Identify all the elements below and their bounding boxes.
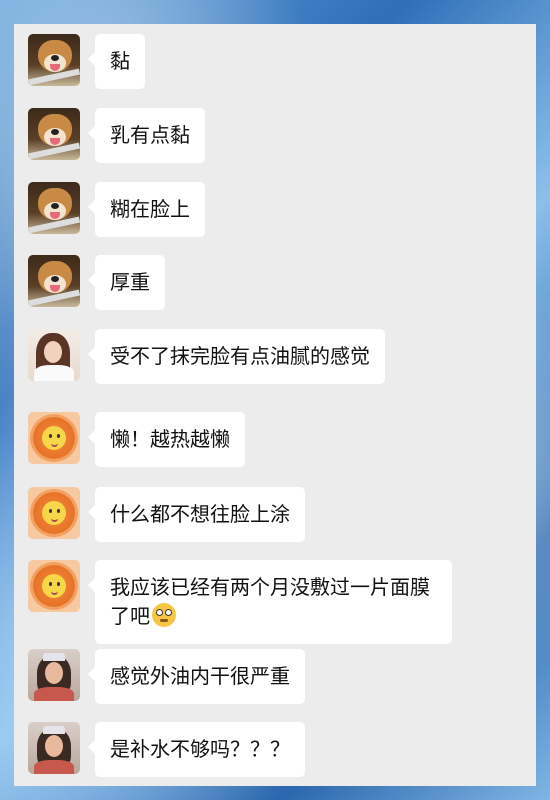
girl-avatar[interactable] <box>28 329 80 381</box>
lion-avatar[interactable] <box>28 487 80 539</box>
dog-avatar[interactable] <box>28 182 80 234</box>
message-row: 受不了抹完脸有点油腻的感觉 <box>28 329 385 384</box>
dog-avatar[interactable] <box>28 34 80 86</box>
message-bubble[interactable]: 什么都不想往脸上涂 <box>88 487 305 542</box>
crown-girl-avatar[interactable] <box>28 722 80 774</box>
message-row: 我应该已经有两个月没敷过一片面膜了吧 <box>28 560 452 644</box>
chat-panel: 黏 乳有点黏 糊在脸上 厚重 受不了抹完脸有点油腻的感觉 懒！越热越懒 什么都不… <box>14 24 536 786</box>
message-bubble[interactable]: 感觉外油内干很严重 <box>88 649 305 704</box>
message-bubble[interactable]: 是补水不够吗？？？ <box>88 722 305 777</box>
message-row: 懒！越热越懒 <box>28 412 245 467</box>
dog-avatar[interactable] <box>28 255 80 307</box>
message-row: 糊在脸上 <box>28 182 205 237</box>
message-row: 什么都不想往脸上涂 <box>28 487 305 542</box>
message-row: 感觉外油内干很严重 <box>28 649 305 704</box>
message-row: 厚重 <box>28 255 165 310</box>
message-bubble[interactable]: 黏 <box>88 34 145 89</box>
message-bubble[interactable]: 厚重 <box>88 255 165 310</box>
message-row: 是补水不够吗？？？ <box>28 722 305 777</box>
message-row: 乳有点黏 <box>28 108 205 163</box>
lion-avatar[interactable] <box>28 560 80 612</box>
crown-girl-avatar[interactable] <box>28 649 80 701</box>
message-row: 黏 <box>28 34 145 89</box>
message-bubble[interactable]: 我应该已经有两个月没敷过一片面膜了吧 <box>88 560 452 644</box>
rolling-eyes-emoji-icon <box>152 603 176 627</box>
message-bubble[interactable]: 受不了抹完脸有点油腻的感觉 <box>88 329 385 384</box>
lion-avatar[interactable] <box>28 412 80 464</box>
message-bubble[interactable]: 糊在脸上 <box>88 182 205 237</box>
dog-avatar[interactable] <box>28 108 80 160</box>
message-bubble[interactable]: 懒！越热越懒 <box>88 412 245 467</box>
message-bubble[interactable]: 乳有点黏 <box>88 108 205 163</box>
